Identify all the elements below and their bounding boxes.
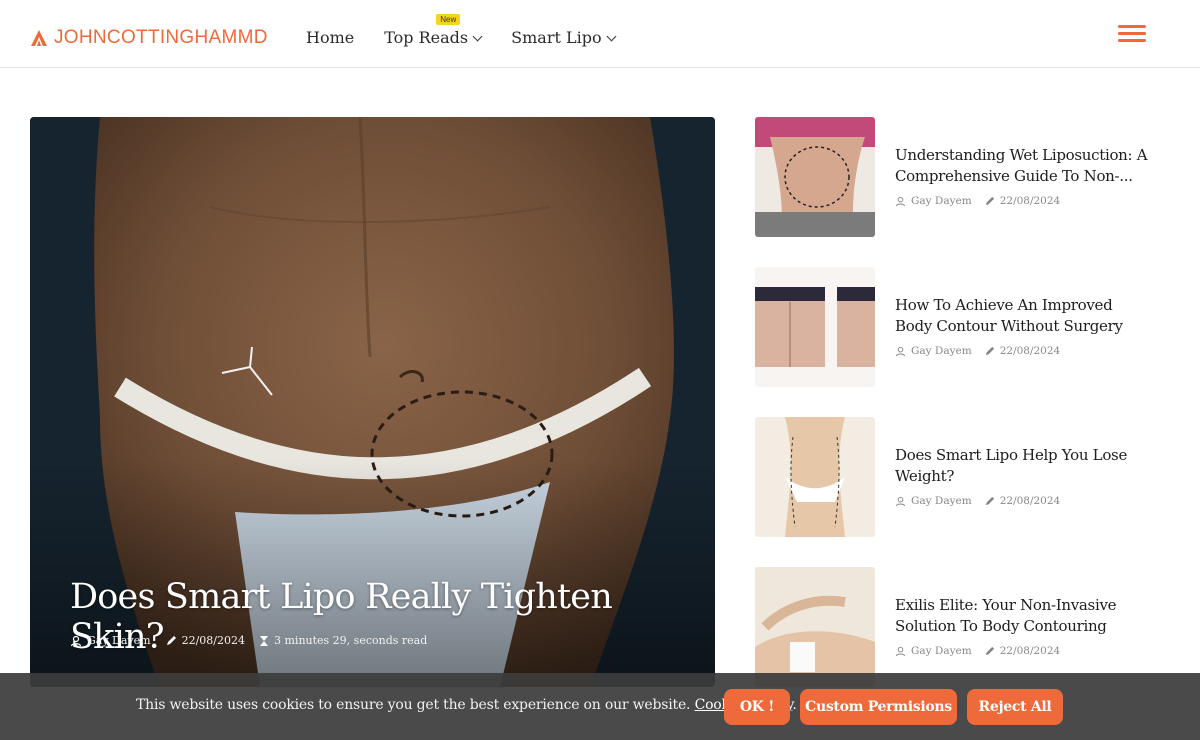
featured-meta: Gay Dayem 22/08/2024 3 minutes 29, secon… bbox=[70, 634, 427, 647]
custom-permissions-button[interactable]: Custom Permisions bbox=[800, 689, 957, 725]
post-date: 22/08/2024 bbox=[984, 345, 1061, 357]
date-text: 22/08/2024 bbox=[999, 195, 1061, 207]
post-title[interactable]: Does Smart Lipo Help You Lose Weight? bbox=[895, 445, 1150, 487]
author[interactable]: Gay Dayem bbox=[895, 495, 972, 507]
list-item[interactable]: Exilis Elite: Your Non-Invasive Solution… bbox=[755, 567, 1155, 687]
site-logo[interactable]: JOHNCOTTINGHAMMD bbox=[30, 27, 268, 49]
chevron-down-icon bbox=[472, 31, 483, 41]
pencil-icon bbox=[985, 196, 994, 205]
post-date: 22/08/2024 bbox=[984, 195, 1061, 207]
site-header: JOHNCOTTINGHAMMD Home Top Reads New Smar… bbox=[0, 0, 1200, 68]
nav-smart-lipo[interactable]: Smart Lipo bbox=[511, 28, 617, 47]
date-text: 22/08/2024 bbox=[181, 634, 245, 647]
hourglass-icon bbox=[260, 635, 268, 646]
post-date: 22/08/2024 bbox=[984, 495, 1061, 507]
author-name: Gay Dayem bbox=[911, 495, 972, 507]
author[interactable]: Gay Dayem bbox=[895, 345, 972, 357]
read-time-text: 3 minutes 29, seconds read bbox=[274, 634, 428, 647]
post-date: 22/08/2024 bbox=[165, 634, 245, 647]
user-icon bbox=[895, 346, 906, 356]
date-text: 22/08/2024 bbox=[999, 345, 1061, 357]
author-name: Gay Dayem bbox=[911, 195, 972, 207]
ok-button[interactable]: OK ! bbox=[724, 689, 790, 725]
author[interactable]: Gay Dayem bbox=[895, 645, 972, 657]
post-title[interactable]: How To Achieve An Improved Body Contour … bbox=[895, 295, 1150, 337]
pencil-icon bbox=[985, 496, 994, 505]
logo-text: JOHNCOTTINGHAMMD bbox=[54, 27, 268, 48]
chevron-down-icon bbox=[606, 31, 617, 41]
list-item[interactable]: Does Smart Lipo Help You Lose Weight? Ga… bbox=[755, 417, 1155, 537]
user-icon bbox=[70, 635, 82, 646]
date-text: 22/08/2024 bbox=[999, 495, 1061, 507]
reject-all-button[interactable]: Reject All bbox=[967, 689, 1063, 725]
new-badge: New bbox=[436, 14, 461, 25]
post-thumbnail bbox=[755, 567, 875, 687]
post-meta: Gay Dayem 22/08/2024 bbox=[895, 495, 1060, 507]
list-item[interactable]: Understanding Wet Liposuction: A Compreh… bbox=[755, 117, 1155, 237]
post-meta: Gay Dayem 22/08/2024 bbox=[895, 195, 1060, 207]
hamburger-icon[interactable] bbox=[1118, 25, 1146, 43]
user-icon bbox=[895, 646, 906, 656]
featured-post[interactable]: Does Smart Lipo Really Tighten Skin? Gay… bbox=[30, 117, 715, 687]
post-title[interactable]: Exilis Elite: Your Non-Invasive Solution… bbox=[895, 595, 1150, 637]
author-name: Gay Dayem bbox=[911, 645, 972, 657]
list-item[interactable]: How To Achieve An Improved Body Contour … bbox=[755, 267, 1155, 387]
post-title[interactable]: Understanding Wet Liposuction: A Compreh… bbox=[895, 145, 1150, 187]
author-name: Gay Dayem bbox=[911, 345, 972, 357]
post-meta: Gay Dayem 22/08/2024 bbox=[895, 645, 1060, 657]
cookie-banner: This website uses cookies to ensure you … bbox=[0, 673, 1200, 740]
user-icon bbox=[895, 496, 906, 506]
author[interactable]: Gay Dayem bbox=[70, 634, 151, 647]
post-meta: Gay Dayem 22/08/2024 bbox=[895, 345, 1060, 357]
author[interactable]: Gay Dayem bbox=[895, 195, 972, 207]
triangle-logo-icon bbox=[31, 30, 47, 46]
pencil-icon bbox=[166, 635, 176, 645]
read-time: 3 minutes 29, seconds read bbox=[259, 634, 427, 647]
nav-top-reads-label: Top Reads bbox=[384, 28, 469, 47]
post-thumbnail bbox=[755, 417, 875, 537]
post-thumbnail bbox=[755, 117, 875, 237]
pencil-icon bbox=[985, 346, 994, 355]
date-text: 22/08/2024 bbox=[999, 645, 1061, 657]
cookie-text: This website uses cookies to ensure you … bbox=[136, 697, 691, 713]
nav-home-label: Home bbox=[306, 28, 355, 47]
cookie-period: . bbox=[792, 697, 797, 713]
pencil-icon bbox=[985, 646, 994, 655]
nav-top-reads[interactable]: Top Reads New bbox=[384, 14, 483, 47]
nav-smart-lipo-label: Smart Lipo bbox=[511, 28, 602, 47]
user-icon bbox=[895, 196, 906, 206]
post-date: 22/08/2024 bbox=[984, 645, 1061, 657]
cookie-message: This website uses cookies to ensure you … bbox=[136, 697, 797, 713]
author-name: Gay Dayem bbox=[87, 634, 151, 647]
post-thumbnail bbox=[755, 267, 875, 387]
nav-home[interactable]: Home bbox=[306, 28, 354, 47]
main-nav: Home Top Reads New Smart Lipo bbox=[306, 14, 617, 47]
